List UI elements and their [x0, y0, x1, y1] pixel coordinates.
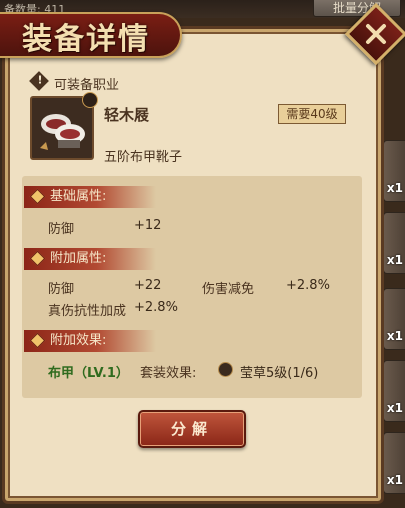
level-requirement-badge: 需要40级 — [278, 104, 346, 124]
item-name: 轻木屐 — [104, 106, 150, 124]
stat-value: +22 — [134, 278, 162, 293]
lock-icon[interactable] — [82, 92, 98, 108]
stat-label: 防御 — [48, 222, 75, 237]
boots-icon — [40, 114, 85, 150]
armor-type: 布甲（LV.1） — [48, 366, 129, 381]
stat-label: 伤害减免 — [202, 282, 255, 297]
stat-label: 防御 — [48, 282, 75, 297]
leaf-icon — [218, 362, 233, 377]
diamond-icon — [29, 250, 46, 267]
slot-count: x1 — [386, 253, 403, 267]
base-attributes-title: 基础属性: — [50, 189, 107, 204]
inventory-slot[interactable]: x1 — [383, 212, 405, 274]
extra-effects-title: 附加效果: — [50, 333, 107, 348]
set-effect-value[interactable]: 莹草5级(1/6) — [240, 362, 318, 381]
slot-count: x1 — [386, 401, 403, 415]
extra-attributes-title: 附加属性: — [50, 251, 107, 266]
inventory-slot[interactable]: x1 — [383, 360, 405, 422]
item-type: 五阶布甲靴子 — [104, 150, 183, 165]
diamond-icon — [29, 188, 46, 205]
stat-value: +2.8% — [134, 300, 178, 315]
diamond-icon — [29, 332, 46, 349]
requirement-label: 可装备职业 — [54, 78, 120, 93]
dialog-title: 装备详情 — [22, 22, 150, 57]
stat-value: +12 — [134, 218, 162, 233]
close-icon — [366, 23, 386, 44]
inventory-slot[interactable]: x1 — [383, 140, 405, 202]
slot-count: x1 — [386, 329, 403, 343]
set-effect-label: 套装效果: — [140, 366, 197, 381]
slot-count: x1 — [386, 473, 403, 487]
inventory-slot[interactable]: x1 — [383, 432, 405, 494]
extra-attributes-header: 附加属性: — [24, 248, 156, 270]
base-attributes-header: 基础属性: — [24, 186, 156, 208]
decompose-button[interactable]: 分解 — [138, 410, 246, 448]
stat-label: 真伤抗性加成 — [48, 304, 127, 319]
slot-count: x1 — [386, 181, 403, 195]
inventory-slot[interactable]: x1 — [383, 288, 405, 350]
extra-effects-header: 附加效果: — [24, 330, 156, 352]
stat-value: +2.8% — [286, 278, 330, 293]
